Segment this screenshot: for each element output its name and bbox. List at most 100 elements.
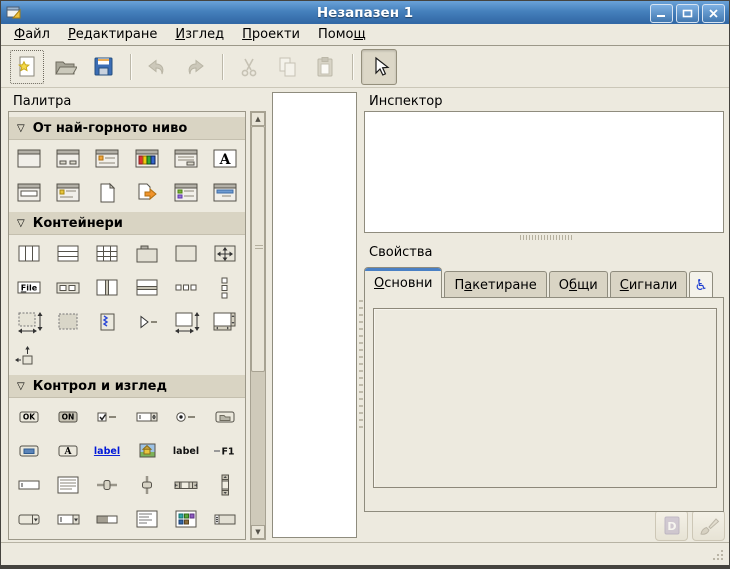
palette-item-window[interactable] (9, 142, 48, 176)
palette-item-hbuttonbox[interactable] (166, 271, 205, 305)
palette-item-hscrollbar[interactable] (166, 468, 205, 502)
palette-section-header[interactable]: ▽От най-горното ниво (9, 117, 245, 140)
palette-item-toggle-button[interactable]: ON (48, 400, 87, 434)
palette-item-image[interactable] (127, 434, 166, 468)
cut-button[interactable] (231, 49, 267, 85)
palette-item-label[interactable]: label (166, 434, 205, 468)
palette-item-drawing-area[interactable] (48, 305, 87, 339)
palette-item-handle-box[interactable] (88, 305, 127, 339)
palette-item-tree-view[interactable] (127, 502, 166, 536)
palette-item-file-save-dialog[interactable] (127, 176, 166, 210)
palette-item-about-dialog[interactable] (48, 176, 87, 210)
menu-item-1[interactable]: Редактиране (59, 26, 166, 44)
palette-item-spin-button[interactable] (127, 400, 166, 434)
palette-item-hscale[interactable] (88, 468, 127, 502)
devhelp-button[interactable]: D (655, 510, 688, 541)
palette-item-input-dialog[interactable] (9, 176, 48, 210)
palette-item-button[interactable]: OK (9, 400, 48, 434)
palette-item-menubar[interactable]: File (88, 536, 127, 540)
palette-item-file-chooser-widget[interactable] (88, 176, 127, 210)
close-icon[interactable] (702, 4, 725, 23)
palette-item-viewport[interactable] (206, 305, 245, 339)
menu-item-4[interactable]: Помощ (309, 26, 375, 44)
undo-button[interactable] (139, 49, 175, 85)
scroll-up-icon[interactable]: ▲ (251, 112, 265, 126)
tab-accessibility[interactable]: ♿ (689, 271, 712, 298)
palette-item-frame[interactable] (166, 237, 205, 271)
file-chooser-button-icon (210, 405, 240, 429)
paste-button[interactable] (307, 49, 343, 85)
paned-handle[interactable] (359, 300, 363, 430)
selector-button[interactable] (361, 49, 397, 85)
palette-item-check-button[interactable] (88, 400, 127, 434)
design-canvas[interactable] (272, 92, 357, 538)
palette-item-font-selection-dialog[interactable]: A (206, 142, 245, 176)
menu-item-3[interactable]: Проекти (233, 26, 309, 44)
titlebar[interactable]: Незапазен 1 (1, 1, 729, 24)
maximize-icon[interactable] (676, 4, 699, 23)
resize-grip-icon[interactable] (711, 548, 724, 561)
palette-item-vbox[interactable] (48, 237, 87, 271)
palette-item-hpaned[interactable] (88, 271, 127, 305)
palette-item-color-selection-dialog[interactable] (127, 142, 166, 176)
palette-section-header[interactable]: ▽Контрол и изглед (9, 375, 245, 398)
scroll-down-icon[interactable]: ▼ (251, 525, 265, 539)
new-button[interactable] (9, 49, 45, 85)
palette-section-header[interactable]: ▽Контейнери (9, 212, 245, 235)
tab-1[interactable]: Пакетиране (444, 271, 546, 298)
palette-item-progress-bar[interactable] (88, 502, 127, 536)
menu-item-2[interactable]: Изглед (166, 26, 233, 44)
inspector-resize-grip[interactable] (520, 235, 572, 240)
menu-item-0[interactable]: Файл (5, 26, 59, 44)
tree-view-icon (132, 507, 162, 531)
palette-item-link-button[interactable]: label (88, 434, 127, 468)
palette-item-font-button[interactable]: A (48, 434, 87, 468)
inspector-tree[interactable] (364, 111, 724, 233)
palette-item-file-chooser-button[interactable] (206, 400, 245, 434)
palette-item-assistant[interactable] (206, 176, 245, 210)
palette-item-vscrollbar[interactable] (206, 468, 245, 502)
palette-item-text-view[interactable] (48, 468, 87, 502)
palette-scrollbar[interactable]: ▲ ▼ (250, 111, 266, 540)
scrollbar-thumb[interactable] (251, 126, 265, 372)
palette-item-dialog[interactable] (48, 142, 87, 176)
palette-item-vscale[interactable] (166, 536, 205, 540)
save-button[interactable] (85, 49, 121, 85)
palette-item-fixed[interactable] (206, 237, 245, 271)
palette: ▽От най-горното нивоA▽КонтейнериFile▽Кон… (8, 111, 246, 540)
palette-item-vbuttonbox[interactable] (206, 271, 245, 305)
tab-3[interactable]: Сигнали (610, 271, 688, 298)
palette-item-expander[interactable] (127, 305, 166, 339)
palette-item-icon-view[interactable] (166, 502, 205, 536)
palette-item-vpaned[interactable] (127, 271, 166, 305)
palette-item-scrolled-window[interactable] (166, 305, 205, 339)
cut-scissors-icon (237, 55, 261, 79)
palette-item-entry[interactable] (9, 468, 48, 502)
redo-button[interactable] (177, 49, 213, 85)
palette-item-file-chooser-dialog[interactable] (166, 142, 205, 176)
palette-item-vscale[interactable] (127, 468, 166, 502)
palette-item-combo-box-entry[interactable] (48, 502, 87, 536)
palette-item-color-button[interactable] (9, 434, 48, 468)
palette-item-cell-view[interactable] (206, 502, 245, 536)
palette-item-alignment[interactable] (9, 339, 48, 373)
copy-button[interactable] (269, 49, 305, 85)
palette-item-table[interactable] (88, 237, 127, 271)
palette-item-notebook[interactable] (127, 237, 166, 271)
minimize-icon[interactable] (650, 4, 673, 23)
edit-button[interactable] (692, 510, 725, 541)
palette-item-menubar[interactable]: File (9, 271, 48, 305)
palette-item-combo-box[interactable] (9, 502, 48, 536)
tab-0[interactable]: Основни (364, 267, 442, 298)
palette-item-recent-chooser-dialog[interactable] (166, 176, 205, 210)
palette-item-accel-label[interactable]: F1 (206, 434, 245, 468)
palette-item-toolbar[interactable] (48, 271, 87, 305)
palette-item-hbox[interactable] (9, 237, 48, 271)
palette-item-radio-button[interactable] (166, 400, 205, 434)
tab-2[interactable]: Общи (549, 271, 608, 298)
palette-item-layout[interactable] (9, 305, 48, 339)
palette-item-statusbar[interactable] (48, 536, 87, 540)
palette-item-message-dialog[interactable] (88, 142, 127, 176)
open-button[interactable] (47, 49, 83, 85)
toolbar-separator (222, 54, 224, 80)
